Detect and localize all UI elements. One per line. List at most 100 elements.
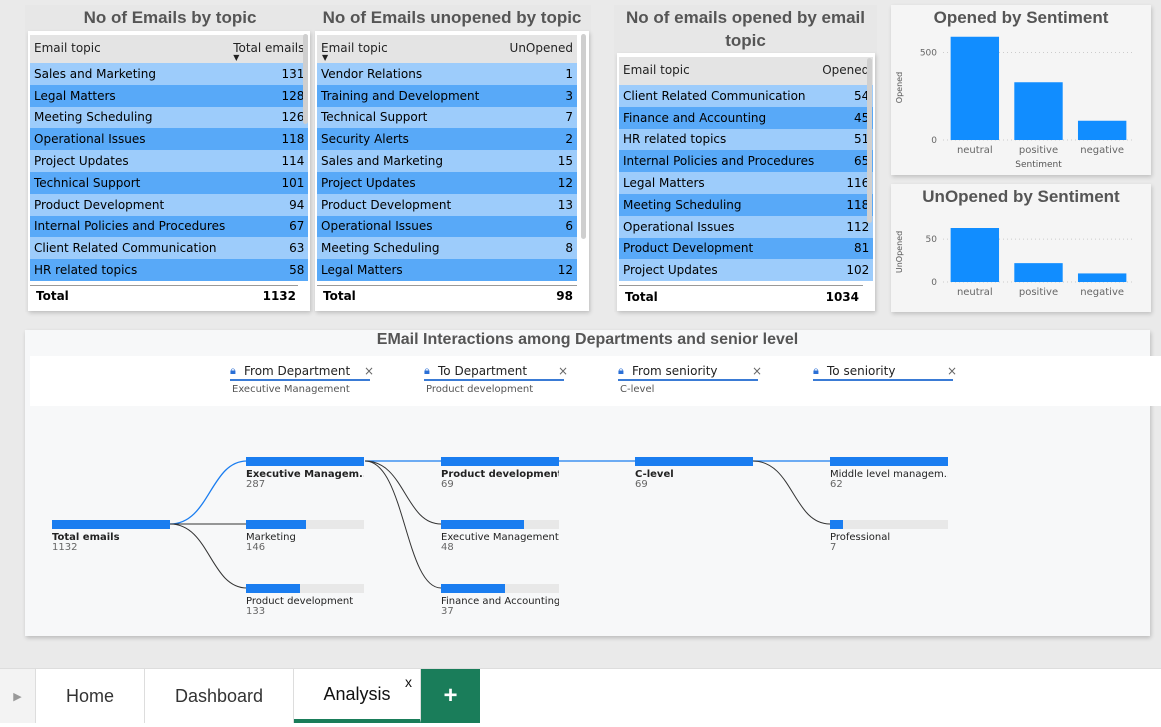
tree-node-marketing[interactable]: Marketing 146 (246, 520, 364, 553)
bar-negative[interactable] (1077, 120, 1127, 140)
node-value: 133 (246, 606, 266, 617)
cell-topic: Project Updates (619, 259, 819, 282)
opened-by-sentiment-chart[interactable]: Opened by Sentiment 0 500 neutral positive n… (891, 5, 1151, 175)
emails-by-topic-table[interactable]: Email topic Total emails ▼ Sales and Mark… (30, 35, 309, 281)
bar-neutral[interactable] (950, 228, 1000, 282)
table-row[interactable]: Legal Matters 116 (619, 172, 874, 194)
table-row[interactable]: Operational Issues 118 (30, 128, 309, 151)
cell-value: 15 (498, 150, 577, 172)
cell-value: 54 (818, 85, 874, 107)
bar-neutral[interactable] (950, 36, 1000, 140)
x-axis-label: Sentiment (1015, 160, 1062, 170)
table-row[interactable]: Finance and Accounting 45 (619, 106, 874, 129)
cell-value: 81 (818, 237, 874, 260)
cell-value: 65 (818, 150, 874, 173)
cell-value: 3 (498, 84, 577, 107)
col-header-email-topic[interactable]: Email topic ▼ (317, 35, 499, 63)
col-header-unopened[interactable]: UnOpened (498, 35, 577, 63)
table-row[interactable]: Client Related Communication 54 (619, 85, 874, 107)
x-tick-label: neutral (957, 145, 993, 156)
tree-node-middle-level-management[interactable]: Middle level managem... 62 (830, 457, 948, 490)
table-row[interactable]: Internal Policies and Procedures 67 (30, 215, 309, 238)
table-row[interactable]: Sales and Marketing 131 (30, 63, 309, 85)
table-row[interactable]: Meeting Scheduling 118 (619, 193, 874, 216)
emails-opened-table[interactable]: Email topic Opened Client Related Commun… (619, 57, 874, 282)
tab-home[interactable]: Home (36, 669, 145, 723)
cell-value: 51 (818, 128, 874, 151)
cell-topic: Project Updates (317, 171, 499, 194)
cell-topic: Security Alerts (317, 128, 499, 151)
node-value: 146 (246, 542, 266, 553)
table-row[interactable]: Legal Matters 12 (317, 259, 577, 281)
col-header-email-topic[interactable]: Email topic (619, 57, 819, 85)
table-row[interactable]: Meeting Scheduling 126 (30, 106, 309, 129)
cell-value: 58 (229, 259, 309, 281)
table-row[interactable]: Project Updates 12 (317, 171, 577, 194)
cell-value: 13 (498, 193, 577, 216)
table-row[interactable]: Project Updates 102 (619, 259, 874, 282)
table-scrollbar[interactable] (581, 34, 586, 239)
cell-topic: Product Development (317, 193, 499, 216)
tab-analysis[interactable]: Analysis x (294, 669, 421, 723)
tree-node-executive-management[interactable]: Executive Managem... 287 (246, 457, 364, 490)
tree-connectors (169, 460, 831, 589)
tree-node-total-emails[interactable]: Total emails 1132 (52, 520, 170, 553)
unopened-by-sentiment-chart[interactable]: UnOpened by Sentiment 0 50 neutral positive… (891, 184, 1151, 312)
node-value: 7 (830, 542, 837, 553)
cell-value: 1 (498, 63, 577, 85)
tree-node-product-development[interactable]: Product development 133 (246, 584, 364, 617)
tree-node-to-executive-management[interactable]: Executive Management 48 (441, 520, 559, 553)
table-row[interactable]: Sales and Marketing 15 (317, 150, 577, 172)
tree-node-c-level[interactable]: C-level 69 (635, 457, 753, 490)
node-value: 1132 (52, 542, 78, 553)
col-header-total-emails-label: Total emails (233, 41, 305, 55)
total-label: Total (323, 289, 356, 303)
table-row[interactable]: Operational Issues 112 (619, 215, 874, 238)
table-row[interactable]: Internal Policies and Procedures 65 (619, 150, 874, 173)
col-header-total-emails[interactable]: Total emails ▼ (229, 35, 309, 63)
tree-node-to-product-development[interactable]: Product development 69 (441, 457, 559, 490)
cell-topic: Meeting Scheduling (619, 193, 819, 216)
cell-value: 63 (229, 237, 309, 260)
table-scrollbar[interactable] (867, 58, 872, 223)
table-row[interactable]: Training and Development 3 (317, 84, 577, 107)
table-scrollbar[interactable] (303, 34, 308, 124)
table-row[interactable]: Client Related Communication 63 (30, 237, 309, 260)
tab-scroll-left[interactable]: ▶ (0, 669, 36, 723)
bar-negative[interactable] (1077, 273, 1127, 282)
tab-dashboard[interactable]: Dashboard (145, 669, 294, 723)
cell-topic: Client Related Communication (30, 237, 230, 260)
table-row[interactable]: Meeting Scheduling 8 (317, 237, 577, 260)
node-label: Professional (830, 532, 891, 543)
table-row[interactable]: Vendor Relations 1 (317, 63, 577, 85)
add-page-button[interactable]: + (421, 669, 480, 723)
emails-unopened-table[interactable]: Email topic ▼ UnOpened Vendor Relations 1 T… (317, 35, 577, 281)
table-row[interactable]: Legal Matters 128 (30, 84, 309, 107)
table-row[interactable]: Technical Support 101 (30, 171, 309, 194)
close-tab-icon[interactable]: x (405, 674, 412, 690)
bar-positive[interactable] (1014, 82, 1063, 140)
tree-node-to-finance-accounting[interactable]: Finance and Accounting 37 (441, 584, 559, 617)
col-header-opened[interactable]: Opened (818, 57, 874, 85)
table-row[interactable]: HR related topics 58 (30, 259, 309, 281)
emails-unopened-panel: No of Emails unopened by topic Email top… (313, 5, 591, 312)
table-row[interactable]: Security Alerts 2 (317, 128, 577, 151)
decomposition-tree[interactable]: EMail Interactions among Departments and… (25, 330, 1161, 636)
x-tick-label: negative (1080, 287, 1124, 298)
emails-opened-table-card: Email topic Opened Client Related Commun… (617, 53, 875, 311)
cell-value: 101 (229, 171, 309, 194)
tree-node-professional[interactable]: Professional 7 (830, 520, 948, 553)
table-row[interactable]: Project Updates 114 (30, 150, 309, 172)
node-value: 62 (830, 479, 843, 490)
cell-topic: Legal Matters (317, 259, 499, 281)
bar-positive[interactable] (1014, 263, 1063, 282)
table-row[interactable]: Product Development 81 (619, 237, 874, 260)
table-row[interactable]: Product Development 94 (30, 193, 309, 216)
col-header-email-topic[interactable]: Email topic (30, 35, 230, 63)
table-row[interactable]: Operational Issues 6 (317, 215, 577, 238)
table-row[interactable]: Product Development 13 (317, 193, 577, 216)
cell-topic: Product Development (619, 237, 819, 260)
table-row[interactable]: Technical Support 7 (317, 106, 577, 129)
table-row[interactable]: HR related topics 51 (619, 128, 874, 151)
cell-topic: Vendor Relations (317, 63, 499, 85)
